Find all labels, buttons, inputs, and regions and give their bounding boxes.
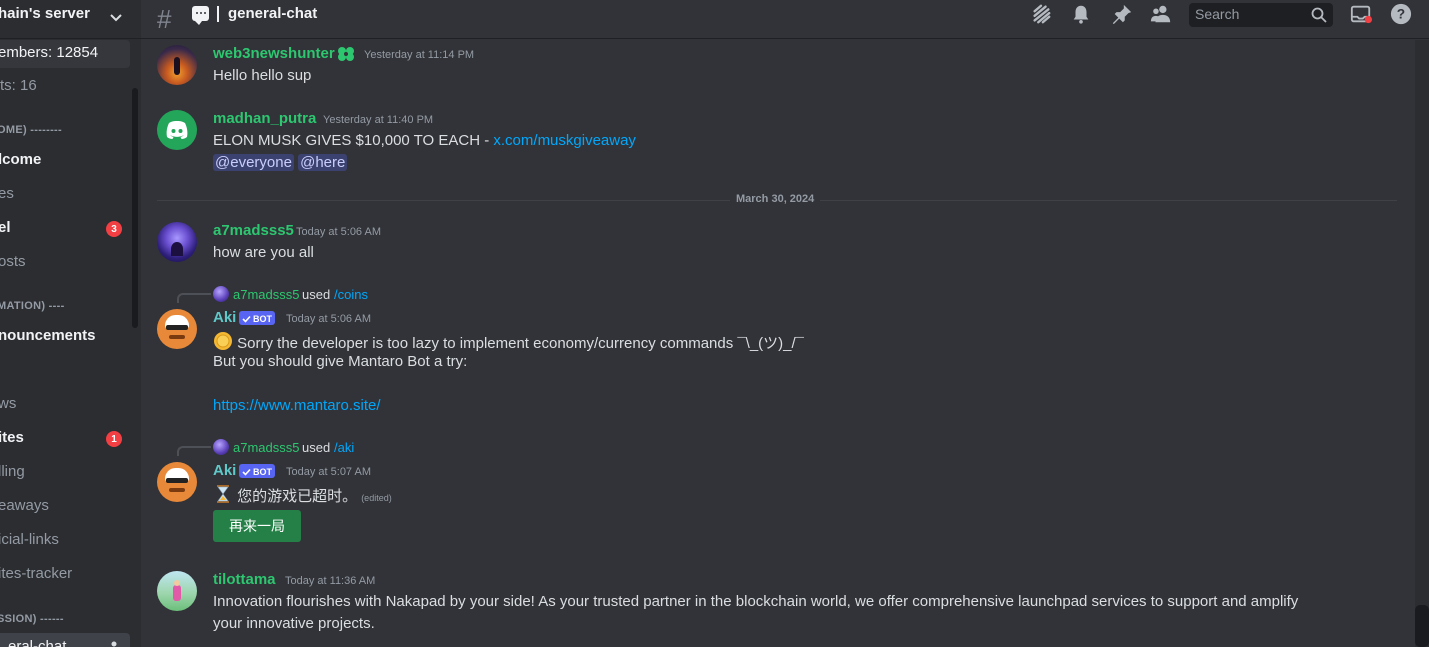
channel-sidebar: hain's server embers: 12854 ts: 16 OME) … <box>0 0 141 647</box>
chevron-down-icon[interactable] <box>108 10 124 26</box>
channel-rules[interactable]: es <box>0 185 14 202</box>
server-header[interactable]: hain's server <box>0 0 141 39</box>
message-timestamp: Today at 5:06 AM <box>296 226 381 238</box>
mention-everyone[interactable]: @everyone <box>213 154 294 171</box>
channel-whitelist-sites[interactable]: ites <box>0 429 24 446</box>
server-name[interactable]: hain's server <box>0 5 90 22</box>
verified-check-icon <box>242 468 251 476</box>
search-icon <box>1311 7 1327 23</box>
avatar[interactable] <box>157 222 197 262</box>
inbox-icon[interactable] <box>1350 3 1372 25</box>
member-list-icon[interactable] <box>1150 3 1172 25</box>
channel-announcements[interactable]: nouncements <box>0 327 96 344</box>
reply-username[interactable]: a7madsss5 <box>233 287 299 302</box>
message-author[interactable]: Aki <box>213 309 236 326</box>
pin-icon[interactable] <box>1111 3 1133 25</box>
message-content: Sorry the developer is too lazy to imple… <box>213 331 804 353</box>
reply-username[interactable]: a7madsss5 <box>233 440 299 455</box>
reply-connector <box>177 446 211 456</box>
message-author[interactable]: madhan_putra <box>213 110 316 127</box>
category-discussion[interactable]: SSION) ------ <box>0 613 64 625</box>
channel-level[interactable]: el <box>0 219 11 236</box>
bot-badge: BOT <box>239 311 275 325</box>
channel-official-links[interactable]: icial-links <box>0 531 59 548</box>
channel-header: # general-chat Search ? <box>141 0 1429 39</box>
member-icon[interactable] <box>109 641 119 647</box>
discord-logo-icon <box>166 121 188 139</box>
unread-badge: 3 <box>106 221 122 237</box>
reply-avatar <box>213 286 229 302</box>
avatar[interactable] <box>157 45 197 85</box>
channel-giveaways[interactable]: eaways <box>0 497 49 514</box>
message-author[interactable]: Aki <box>213 462 236 479</box>
message-link[interactable]: x.com/muskgiveaway <box>493 132 636 149</box>
unread-badge: 1 <box>106 431 122 447</box>
category-welcome[interactable]: OME) -------- <box>0 124 62 136</box>
reply-avatar <box>213 439 229 455</box>
message-content: 您的游戏已超时。 (edited) <box>213 484 392 506</box>
reply-used-text: used <box>302 440 331 455</box>
svg-text:?: ? <box>1397 7 1405 22</box>
hash-icon: # <box>157 4 172 34</box>
message-timestamp: Today at 5:07 AM <box>286 466 371 478</box>
hourglass-emoji-icon <box>217 485 229 503</box>
boost-count[interactable]: ts: 16 <box>0 77 37 94</box>
leaf-role-icon <box>338 47 354 61</box>
bot-avatar[interactable] <box>157 462 197 502</box>
avatar[interactable] <box>157 571 197 611</box>
message-content: But you should give Mantaro Bot a try: <box>213 353 468 370</box>
chat-bubble-icon <box>192 6 209 25</box>
channel-sites-tracker[interactable]: ites-tracker <box>0 565 72 582</box>
member-count[interactable]: embers: 12854 <box>0 40 130 68</box>
category-information[interactable]: MATION) ---- <box>0 300 65 312</box>
message-link[interactable]: https://www.mantaro.site/ <box>213 397 381 414</box>
channel-polling[interactable]: lling <box>0 463 25 480</box>
threads-icon[interactable] <box>1030 3 1052 25</box>
message-content: Hello hello sup <box>213 67 312 84</box>
search-placeholder: Search <box>1195 6 1240 22</box>
edited-label: (edited) <box>361 493 392 503</box>
message-content: how are you all <box>213 244 314 261</box>
channel-posts[interactable]: osts <box>0 253 26 270</box>
message-timestamp: Today at 11:36 AM <box>285 575 376 587</box>
message-author[interactable]: web3newshunter <box>213 45 335 62</box>
help-icon[interactable]: ? <box>1390 3 1412 25</box>
message-timestamp: Today at 5:06 AM <box>286 313 371 325</box>
channel-news[interactable]: ws <box>0 395 16 412</box>
channel-title: general-chat <box>228 5 318 22</box>
message-timestamp: Yesterday at 11:14 PM <box>364 49 475 61</box>
mention-row: @everyone @here <box>213 154 348 171</box>
message-scrollbar[interactable] <box>1415 40 1429 647</box>
bot-badge: BOT <box>239 464 275 478</box>
channel-general-chat[interactable]: eral-chat <box>0 633 130 647</box>
message-content: ELON MUSK GIVES $10,000 TO EACH - x.com/… <box>213 132 636 149</box>
coin-emoji-icon <box>214 332 232 350</box>
reply-connector <box>177 293 211 303</box>
message-author[interactable]: a7madsss5 <box>213 222 294 239</box>
date-divider-label: March 30, 2024 <box>730 193 821 205</box>
message-timestamp: Yesterday at 11:40 PM <box>323 114 434 126</box>
scrollbar-thumb[interactable] <box>1415 605 1429 647</box>
mention-here[interactable]: @here <box>298 154 348 171</box>
channel-welcome[interactable]: lcome <box>0 151 41 168</box>
notification-bell-icon[interactable] <box>1070 3 1092 25</box>
message-text: ELON MUSK GIVES $10,000 TO EACH - <box>213 132 494 149</box>
avatar[interactable] <box>157 110 197 150</box>
title-separator <box>217 6 219 22</box>
message-content: your innovative projects. <box>213 615 375 632</box>
verified-check-icon <box>242 315 251 323</box>
sidebar-scrollbar[interactable] <box>132 88 138 328</box>
bot-avatar[interactable] <box>157 309 197 349</box>
play-again-button[interactable]: 再来一局 <box>213 510 301 542</box>
reply-used-text: used <box>302 287 331 302</box>
reply-command[interactable]: /aki <box>334 440 354 455</box>
reply-command[interactable]: /coins <box>334 287 368 302</box>
message-author[interactable]: tilottama <box>213 571 276 588</box>
message-content: Innovation flourishes with Nakapad by yo… <box>213 593 1299 610</box>
search-input[interactable]: Search <box>1189 3 1333 27</box>
